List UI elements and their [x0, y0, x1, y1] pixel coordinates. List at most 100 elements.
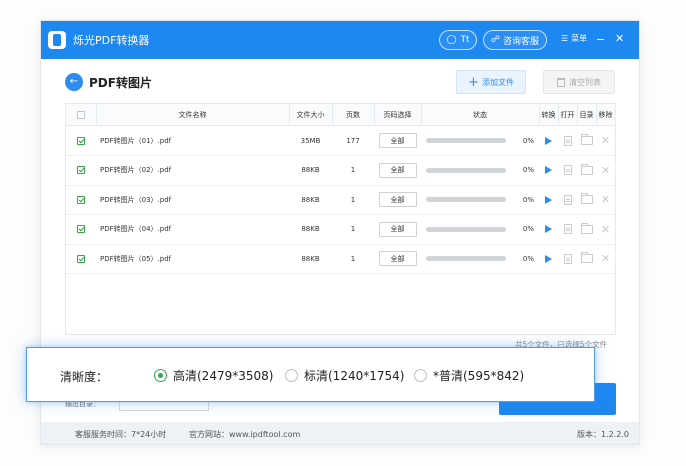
table-row: PDF转图片（02）.pdf 88KB 1 全部 0% ✕	[66, 156, 615, 186]
file-size: 88KB	[301, 254, 320, 263]
remove-x-icon[interactable]: ✕	[596, 156, 615, 185]
page-range-cell: 全部	[374, 244, 421, 273]
open-file-icon[interactable]	[558, 156, 577, 185]
support-label: 咨询客服	[503, 36, 540, 47]
file-name: PDF转图片（04）.pdf	[100, 225, 172, 233]
col-header-status: 状态	[473, 110, 487, 119]
col-header-name: 文件名称	[178, 110, 207, 119]
website-link[interactable]: 官方网站：www.ipdftool.com	[189, 429, 300, 440]
clarity-option-label: *普清(595*842)	[433, 369, 525, 383]
page-count: 177	[346, 136, 360, 145]
remove-x-icon[interactable]: ✕	[596, 215, 615, 244]
add-file-button[interactable]: + 添加文件	[456, 70, 526, 94]
progress-percent: 0%	[522, 254, 534, 263]
close-icon[interactable]: ✕	[615, 32, 624, 46]
back-arrow-icon[interactable]: ←	[65, 73, 83, 91]
user-label: Tt	[460, 35, 470, 45]
page-range-button[interactable]: 全部	[378, 192, 417, 207]
open-file-icon[interactable]	[558, 185, 577, 214]
table-row: PDF转图片（03）.pdf 88KB 1 全部 0% ✕	[66, 185, 615, 215]
file-name: PDF转图片（05）.pdf	[100, 254, 172, 263]
add-file-label: 添加文件	[481, 77, 514, 87]
file-size: 88KB	[301, 166, 320, 174]
col-header-open: 打开	[560, 110, 575, 119]
file-name: PDF转图片（03）.pdf	[100, 195, 172, 204]
headset-icon: ☍	[490, 35, 501, 45]
clear-list-button[interactable]: 清空列表	[543, 70, 615, 94]
customer-support-button[interactable]: ☍ 咨询客服	[483, 30, 547, 50]
page-range-button[interactable]: 全部	[378, 133, 417, 148]
page-range-cell: 全部	[374, 185, 421, 214]
progress-cell	[426, 156, 506, 185]
col-header-pages: 页数	[346, 110, 360, 119]
convert-play-icon[interactable]	[539, 156, 558, 185]
minimize-icon[interactable]	[597, 39, 604, 40]
page-range-button[interactable]: 全部	[378, 162, 417, 178]
clarity-option-label: 标清(1240*1754)	[304, 369, 405, 383]
page-count: 1	[350, 195, 356, 204]
clarity-option-label: 高清(2479*3508)	[173, 369, 274, 383]
file-size: 88KB	[301, 195, 320, 204]
version-label: 版本：1.2.2.0	[577, 430, 629, 439]
file-size: 88KB	[301, 225, 320, 233]
menu-button[interactable]: ☰ 菜单	[561, 33, 587, 44]
progress-percent: 0%	[522, 166, 534, 174]
clarity-selector-panel: 清晰度： 高清(2479*3508) 标清(1240*1754) *普清(595…	[26, 347, 595, 402]
page-range-cell: 全部	[374, 156, 421, 185]
page-count: 1	[350, 166, 356, 174]
page-count: 1	[350, 225, 356, 233]
table-row: PDF转图片（05）.pdf 88KB 1 全部 0% ✕	[66, 244, 615, 274]
clarity-label: 清晰度：	[60, 370, 109, 384]
row-checkbox[interactable]	[66, 156, 96, 185]
remove-x-icon[interactable]: ✕	[596, 244, 615, 273]
row-checkbox[interactable]	[66, 215, 96, 244]
app-title: 烁光PDF转换器	[73, 34, 150, 47]
convert-play-icon[interactable]	[539, 215, 558, 244]
status-bar: 客服服务时间：7*24小时 官方网站：www.ipdftool.com 版本：1…	[41, 422, 639, 444]
clarity-option-normal[interactable]: *普清(595*842)	[414, 367, 524, 384]
convert-play-icon[interactable]	[539, 126, 558, 155]
user-icon: ◯	[446, 35, 457, 45]
open-folder-icon[interactable]	[577, 156, 596, 185]
col-header-range: 页码选择	[383, 110, 412, 119]
radio-icon	[154, 369, 167, 382]
page-range-cell: 全部	[374, 126, 421, 155]
file-name: PDF转图片（01）.pdf	[100, 136, 172, 145]
page-range-cell: 全部	[374, 215, 421, 244]
remove-x-icon[interactable]: ✕	[596, 126, 615, 155]
page-range-button[interactable]: 全部	[378, 221, 417, 237]
row-checkbox[interactable]	[66, 244, 96, 273]
open-folder-icon[interactable]	[577, 244, 596, 273]
progress-bar	[426, 197, 506, 202]
progress-percent: 0%	[522, 195, 534, 204]
row-checkbox[interactable]	[66, 126, 96, 155]
page-title: PDF转图片	[89, 76, 152, 90]
page-range-button[interactable]: 全部	[378, 251, 417, 266]
col-header-folder: 目录	[579, 110, 594, 119]
plus-icon: +	[468, 74, 479, 90]
clarity-option-hd[interactable]: 高清(2479*3508)	[154, 367, 273, 384]
progress-bar	[426, 226, 506, 232]
file-name: PDF转图片（02）.pdf	[100, 166, 172, 174]
convert-play-icon[interactable]	[539, 185, 558, 214]
select-all-checkbox[interactable]	[66, 104, 96, 125]
clarity-option-sd[interactable]: 标清(1240*1754)	[285, 367, 404, 384]
progress-percent: 0%	[522, 225, 534, 233]
col-header-convert: 转换	[541, 110, 556, 119]
open-file-icon[interactable]	[558, 244, 577, 273]
open-folder-icon[interactable]	[577, 126, 596, 155]
convert-play-icon[interactable]	[539, 244, 558, 273]
file-table: 文件名称 文件大小 页数 页码选择 状态 转换 打开 目录 移除 PDF转图片（…	[65, 103, 616, 335]
radio-icon	[285, 369, 298, 382]
hamburger-icon: ☰	[561, 34, 569, 43]
user-account-button[interactable]: ◯ Tt	[439, 30, 477, 50]
progress-cell	[426, 244, 506, 273]
open-file-icon[interactable]	[558, 126, 577, 155]
remove-x-icon[interactable]: ✕	[596, 185, 615, 214]
open-folder-icon[interactable]	[577, 185, 596, 214]
row-checkbox[interactable]	[66, 185, 96, 214]
open-file-icon[interactable]	[558, 215, 577, 244]
progress-bar	[426, 256, 506, 261]
open-folder-icon[interactable]	[577, 215, 596, 244]
progress-cell	[426, 126, 506, 155]
